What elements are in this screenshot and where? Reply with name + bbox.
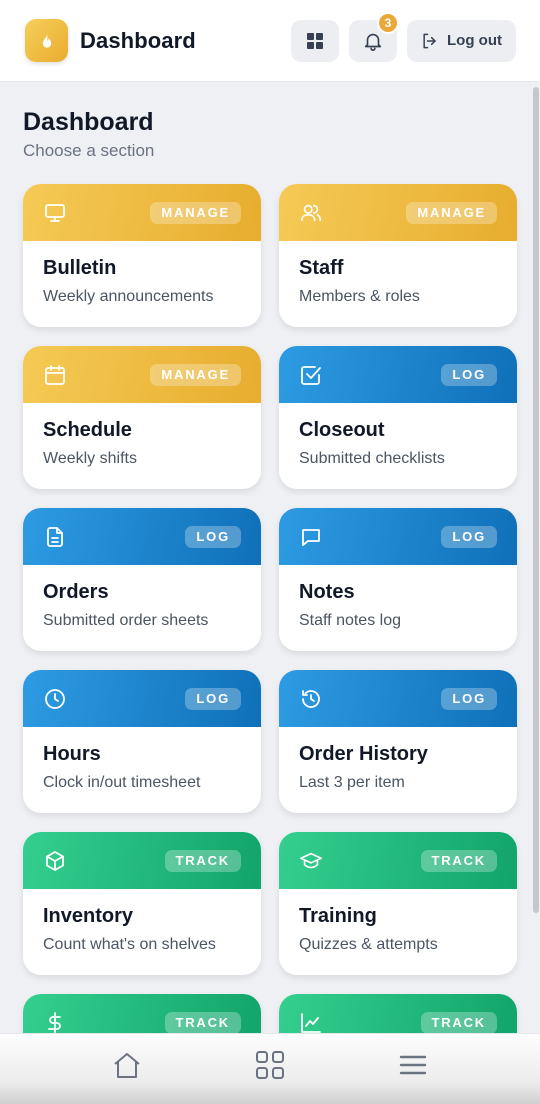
- card-title: Notes: [299, 581, 355, 603]
- nav-home-button[interactable]: [97, 1039, 157, 1091]
- card-schedule[interactable]: MANAGE Schedule Weekly shifts: [23, 346, 261, 489]
- card-tag: TRACK: [420, 1011, 497, 1033]
- card-subtitle: Submitted checklists: [299, 450, 445, 467]
- card-title: Bulletin: [43, 257, 117, 279]
- card-subtitle: Weekly shifts: [43, 450, 137, 467]
- app-logo[interactable]: [25, 19, 68, 62]
- menu-icon: [399, 1055, 426, 1075]
- card-header: MANAGE: [23, 184, 261, 241]
- card-subtitle: Members & roles: [299, 288, 420, 305]
- logout-button[interactable]: Log out: [407, 19, 516, 62]
- card-inventory[interactable]: TRACK Inventory Count what's on shelves: [23, 832, 261, 975]
- card-tag: LOG: [441, 525, 497, 548]
- card-title: Staff: [299, 257, 344, 279]
- card-notes[interactable]: LOG Notes Staff notes log: [279, 508, 517, 651]
- card-header: LOG: [23, 670, 261, 727]
- card-subtitle: Clock in/out timesheet: [43, 774, 201, 791]
- card-subtitle: Count what's on shelves: [43, 936, 216, 953]
- card-order-history[interactable]: LOG Order History Last 3 per item: [279, 670, 517, 813]
- card-header: MANAGE: [23, 346, 261, 403]
- flame-icon: [42, 32, 51, 48]
- document-icon: [43, 525, 67, 549]
- nav-menu-button[interactable]: [383, 1039, 443, 1091]
- users-icon: [299, 201, 323, 225]
- section-grid: MANAGE Bulletin Weekly announcements MAN…: [23, 184, 517, 1033]
- card-tag: LOG: [185, 687, 241, 710]
- card-tag: TRACK: [164, 849, 241, 872]
- history-icon: [299, 687, 323, 711]
- notifications-button[interactable]: 3: [349, 11, 400, 62]
- card-tag: MANAGE: [150, 363, 241, 386]
- box-icon: [43, 849, 67, 873]
- apps-icon: [255, 1051, 284, 1079]
- logout-label: Log out: [447, 32, 502, 49]
- bell-icon: [364, 33, 382, 51]
- card-tag: LOG: [441, 363, 497, 386]
- card-title: Order History: [299, 743, 428, 765]
- logout-icon: [423, 33, 436, 48]
- scrollbar[interactable]: [533, 87, 539, 913]
- card-tag: MANAGE: [150, 201, 241, 224]
- page-subtitle: Choose a section: [23, 141, 155, 160]
- card-orders[interactable]: LOG Orders Submitted order sheets: [23, 508, 261, 651]
- card-subtitle: Quizzes & attempts: [299, 936, 438, 953]
- card-subtitle: Last 3 per item: [299, 774, 405, 791]
- main-content[interactable]: Dashboard Choose a section MANAGE Bullet…: [0, 83, 540, 1033]
- card-header: TRACK: [279, 832, 517, 889]
- bottom-nav: [0, 1033, 540, 1104]
- top-bar: Dashboard 3 Log out: [0, 0, 540, 82]
- card-title: Training: [299, 905, 377, 927]
- card-title: Hours: [43, 743, 101, 765]
- monitor-icon: [43, 201, 67, 225]
- app-title: Dashboard: [80, 27, 196, 53]
- card-title: Inventory: [43, 905, 134, 927]
- page-title: Dashboard: [23, 108, 154, 136]
- graduation-cap-icon: [299, 849, 323, 873]
- card-header: TRACK: [23, 832, 261, 889]
- card-training[interactable]: TRACK Training Quizzes & attempts: [279, 832, 517, 975]
- calendar-icon: [43, 363, 67, 387]
- card-header: LOG: [279, 508, 517, 565]
- grid-icon: [307, 32, 324, 49]
- dollar-icon: [43, 1011, 67, 1033]
- notification-badge: 3: [377, 11, 400, 34]
- checkbox-icon: [299, 363, 323, 387]
- card-tag: TRACK: [164, 1011, 241, 1033]
- card-bulletin[interactable]: MANAGE Bulletin Weekly announcements: [23, 184, 261, 327]
- card-header: TRACK: [23, 994, 261, 1033]
- chart-line-icon: [299, 1011, 323, 1034]
- card-header: LOG: [23, 508, 261, 565]
- nav-apps-button[interactable]: [240, 1039, 300, 1091]
- card-subtitle: Submitted order sheets: [43, 612, 209, 629]
- card-title: Closeout: [299, 419, 385, 441]
- card-header: TRACK: [279, 994, 517, 1033]
- message-icon: [299, 525, 323, 549]
- home-icon: [114, 1053, 140, 1078]
- card-subtitle: Weekly announcements: [43, 288, 214, 305]
- card-subtitle: Staff notes log: [299, 612, 401, 629]
- card-header: LOG: [279, 670, 517, 727]
- card-title: Orders: [43, 581, 109, 603]
- card-reports[interactable]: TRACK: [279, 994, 517, 1033]
- card-staff[interactable]: MANAGE Staff Members & roles: [279, 184, 517, 327]
- card-tag: LOG: [441, 687, 497, 710]
- grid-view-button[interactable]: [291, 19, 340, 62]
- top-actions: 3 Log out: [291, 11, 516, 62]
- card-tag: TRACK: [420, 849, 497, 872]
- card-tag: MANAGE: [406, 201, 497, 224]
- card-closeout[interactable]: LOG Closeout Submitted checklists: [279, 346, 517, 489]
- clock-icon: [43, 687, 67, 711]
- card-finance[interactable]: TRACK: [23, 994, 261, 1033]
- card-header: MANAGE: [279, 184, 517, 241]
- card-hours[interactable]: LOG Hours Clock in/out timesheet: [23, 670, 261, 813]
- card-tag: LOG: [185, 525, 241, 548]
- card-title: Schedule: [43, 419, 132, 441]
- card-header: LOG: [279, 346, 517, 403]
